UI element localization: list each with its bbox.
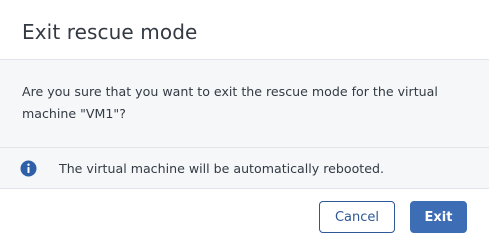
dialog-header: Exit rescue mode bbox=[0, 0, 489, 60]
info-icon bbox=[20, 160, 37, 177]
exit-rescue-mode-dialog: Exit rescue mode Are you sure that you w… bbox=[0, 0, 489, 246]
confirmation-message: Are you sure that you want to exit the r… bbox=[0, 60, 489, 148]
info-text: The virtual machine will be automaticall… bbox=[59, 160, 384, 176]
exit-button[interactable]: Exit bbox=[410, 201, 467, 233]
dialog-footer: Cancel Exit bbox=[319, 201, 467, 233]
cancel-button[interactable]: Cancel bbox=[319, 201, 395, 233]
dialog-title: Exit rescue mode bbox=[22, 20, 198, 44]
dialog-body: Are you sure that you want to exit the r… bbox=[0, 60, 489, 189]
info-notice: The virtual machine will be automaticall… bbox=[0, 148, 489, 188]
